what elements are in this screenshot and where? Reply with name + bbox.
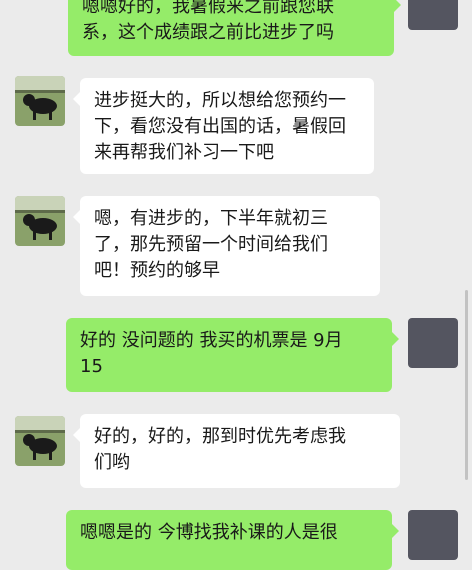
message-bubble-incoming[interactable]: 进步挺大的，所以想给您预约一 下，看您没有出国的话，暑假回 来再帮我们补习一下吧: [73, 78, 374, 174]
dog-avatar-icon: [15, 76, 65, 126]
message-text-line: 来再帮我们补习一下吧: [94, 142, 274, 163]
message-bubble-outgoing[interactable]: 好的 没问题的 我买的机票是 9月 15: [66, 318, 399, 392]
message-text-line: 了，那先预留一个时间给我们: [94, 234, 328, 255]
chat-scrollbar[interactable]: [465, 290, 468, 480]
contact-avatar[interactable]: [15, 76, 65, 126]
my-avatar[interactable]: [408, 510, 458, 560]
message-text-line: 系，这个成绩跟之前比进步了吗: [82, 22, 334, 43]
message-text-line: 好的 没问题的 我买的机票是 9月: [80, 330, 343, 351]
dog-avatar-icon: [15, 416, 65, 466]
message-bubble-outgoing[interactable]: 嗯嗯好的，我暑假来之前跟您联 系，这个成绩跟之前比进步了吗: [68, 0, 401, 56]
message-text-line: 吧！预约的够早: [94, 260, 220, 281]
message-bubble-incoming[interactable]: 好的，好的，那到时优先考虑我 们哟: [73, 414, 400, 488]
message-text-line: 下，看您没有出国的话，暑假回: [94, 116, 346, 137]
my-avatar[interactable]: [408, 318, 458, 368]
message-text-line: 嗯，有进步的，下半年就初三: [94, 208, 328, 229]
message-text-line: 好的，好的，那到时优先考虑我: [94, 426, 346, 447]
message-text-line: 进步挺大的，所以想给您预约一: [94, 90, 346, 111]
message-text-line: 嗯嗯是的 今博找我补课的人是很: [80, 522, 338, 543]
message-text-line: 15: [80, 356, 103, 377]
contact-avatar[interactable]: [15, 416, 65, 466]
dog-avatar-icon: [15, 196, 65, 246]
message-text-line: 们哟: [94, 452, 130, 473]
message-bubble-outgoing[interactable]: 嗯嗯是的 今博找我补课的人是很: [66, 510, 399, 570]
message-text-line: 嗯嗯好的，我暑假来之前跟您联: [82, 0, 334, 17]
my-avatar[interactable]: [408, 0, 458, 30]
message-bubble-incoming[interactable]: 嗯，有进步的，下半年就初三 了，那先预留一个时间给我们 吧！预约的够早: [73, 196, 380, 296]
contact-avatar[interactable]: [15, 196, 65, 246]
